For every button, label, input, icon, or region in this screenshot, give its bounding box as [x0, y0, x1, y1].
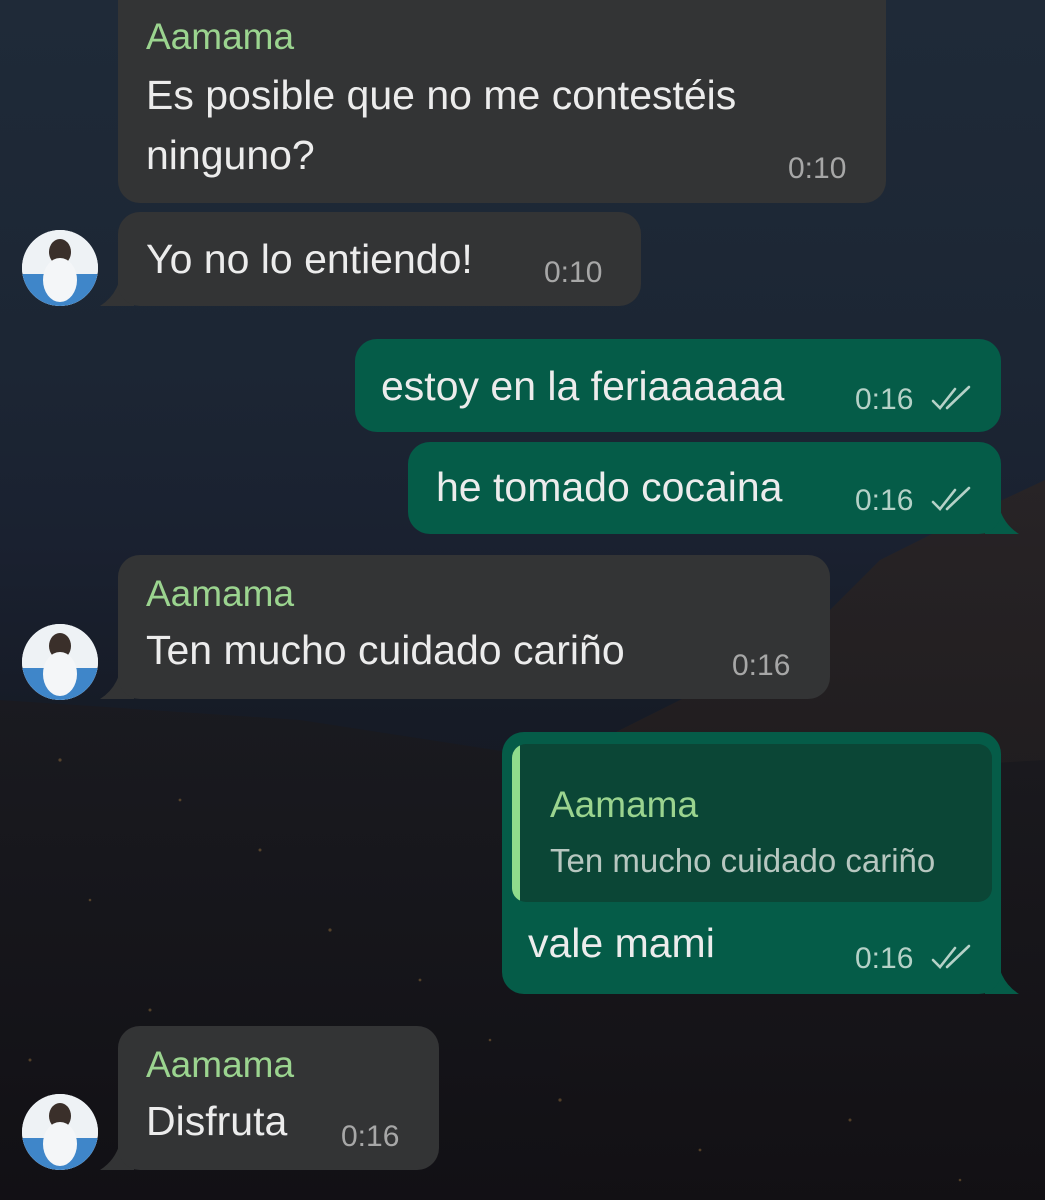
- message-text: Yo no lo entiendo!: [146, 236, 473, 282]
- avatar[interactable]: [22, 230, 98, 306]
- message-text: estoy en la feriaaaaaa: [381, 363, 785, 409]
- message-text: Disfruta: [146, 1098, 288, 1144]
- message-bubble-outgoing[interactable]: estoy en la feriaaaaaa 0:16: [355, 339, 1001, 432]
- double-check-icon: [931, 944, 971, 969]
- message-text: he tomado cocaina: [436, 464, 783, 510]
- message-text: Es posible que no me contestéis: [146, 72, 737, 118]
- message-time: 0:10: [788, 152, 847, 185]
- double-check-icon: [931, 385, 971, 410]
- message-bubble-incoming[interactable]: Aamama Disfruta 0:16: [118, 1026, 439, 1170]
- avatar-photo: [22, 1094, 98, 1170]
- reply-sender-name: Aamama: [550, 784, 699, 825]
- double-check-icon: [931, 486, 971, 511]
- message-bubble-outgoing[interactable]: Aamama Ten mucho cuidado cariño vale mam…: [502, 732, 1001, 994]
- avatar-photo: [22, 230, 98, 306]
- message-time: 0:10: [544, 256, 603, 289]
- sender-name: Aamama: [146, 573, 295, 614]
- sender-name: Aamama: [146, 1044, 295, 1085]
- message-text: ninguno?: [146, 132, 315, 178]
- message-bubble-outgoing[interactable]: he tomado cocaina 0:16: [408, 442, 1001, 534]
- message-text: vale mami: [528, 920, 715, 966]
- message-time: 0:16: [855, 383, 914, 416]
- reply-text: Ten mucho cuidado cariño: [550, 842, 936, 879]
- message-bubble-incoming[interactable]: Yo no lo entiendo! 0:10: [118, 212, 641, 306]
- message-time: 0:16: [732, 649, 791, 682]
- avatar[interactable]: [22, 1094, 98, 1170]
- message-time: 0:16: [341, 1120, 400, 1153]
- message-time: 0:16: [855, 484, 914, 517]
- sender-name: Aamama: [146, 16, 295, 57]
- message-text: Ten mucho cuidado cariño: [146, 627, 625, 673]
- reply-quote-bar: [512, 744, 520, 902]
- message-bubble-incoming[interactable]: Aamama Es posible que no me contestéis n…: [118, 0, 886, 203]
- message-time: 0:16: [855, 942, 914, 975]
- message-bubble-incoming[interactable]: Aamama Ten mucho cuidado cariño 0:16: [118, 555, 830, 699]
- reply-quote[interactable]: Aamama Ten mucho cuidado cariño: [512, 744, 992, 902]
- avatar-photo: [22, 624, 98, 700]
- avatar[interactable]: [22, 624, 98, 700]
